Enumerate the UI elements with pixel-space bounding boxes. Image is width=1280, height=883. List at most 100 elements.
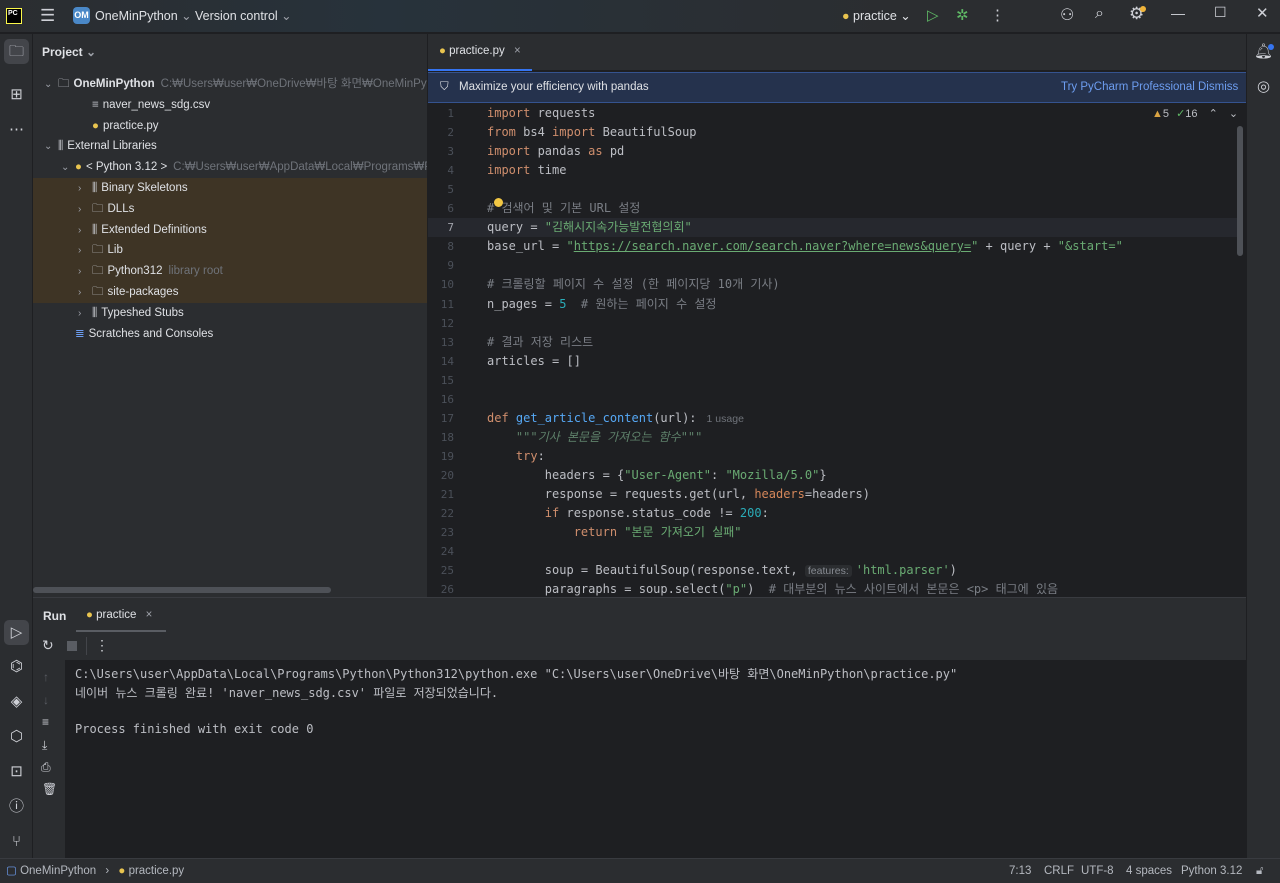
code-line[interactable]: 23 return "본문 가져오기 실패" bbox=[428, 523, 1238, 542]
tree-item[interactable]: › 🗀 Python312 library root bbox=[33, 261, 427, 283]
packages-icon[interactable]: ◈ bbox=[4, 689, 29, 714]
maximize-icon[interactable]: ☐ bbox=[1214, 4, 1227, 21]
code-line[interactable]: 18 """기사 본문을 가져오는 함수""" bbox=[428, 428, 1238, 447]
scroll-down-icon[interactable]: ↓ bbox=[43, 693, 49, 707]
version-control-menu[interactable]: Version control ⌄ bbox=[195, 8, 292, 23]
tree-item[interactable]: ● practice.py bbox=[33, 116, 427, 137]
expand-chevron-icon[interactable]: › bbox=[78, 178, 92, 199]
dismiss-link[interactable]: Dismiss bbox=[1198, 73, 1238, 102]
run-tool-icon[interactable]: ▷ bbox=[4, 620, 29, 645]
code-line[interactable]: 8 base_url = "https://search.naver.com/se… bbox=[428, 237, 1238, 256]
expand-chevron-icon[interactable]: › bbox=[78, 261, 92, 282]
search-icon[interactable]: ⌕ bbox=[1095, 5, 1104, 23]
code-line[interactable]: 12 bbox=[428, 314, 1238, 333]
run-config-selector[interactable]: ● practice ⌄ bbox=[842, 8, 911, 23]
tree-item[interactable]: ⌄ ● < Python 3.12 > C:₩Users₩user₩AppData₩L… bbox=[33, 157, 427, 178]
code-line[interactable]: 22 if response.status_code != 200: bbox=[428, 504, 1238, 523]
run-icon[interactable]: ▷ bbox=[927, 6, 939, 24]
code-line[interactable]: 26 paragraphs = soup.select("p") # 대부분의 … bbox=[428, 580, 1238, 597]
notifications-icon[interactable]: 🔔︎ bbox=[1251, 39, 1276, 64]
code-line[interactable]: 11 n_pages = 5 # 원하는 페이지 수 설정 bbox=[428, 295, 1238, 314]
expand-chevron-icon[interactable]: › bbox=[78, 240, 92, 261]
code-line[interactable]: 15 bbox=[428, 371, 1238, 390]
run-tab-practice[interactable]: ● practice × bbox=[76, 598, 166, 632]
code-line[interactable]: 17 def get_article_content(url): 1 usage bbox=[428, 409, 1238, 428]
stop-icon[interactable] bbox=[67, 641, 77, 651]
file-encoding[interactable]: UTF-8 bbox=[1081, 859, 1114, 883]
expand-chevron-icon[interactable]: ⌄ bbox=[61, 157, 75, 178]
try-professional-link[interactable]: Try PyCharm Professional bbox=[1061, 73, 1195, 102]
code-area[interactable]: 1 import requests 2 from bs4 import Beautif… bbox=[428, 103, 1238, 597]
problems-icon[interactable]: ⓘ bbox=[4, 794, 29, 819]
code-line[interactable]: 25 soup = BeautifulSoup(response.text, f… bbox=[428, 561, 1238, 580]
expand-chevron-icon[interactable]: ⌄ bbox=[44, 74, 58, 95]
tree-item[interactable]: › 🗀 DLLs bbox=[33, 198, 427, 220]
code-line[interactable]: 24 bbox=[428, 542, 1238, 561]
rerun-icon[interactable]: ↻ bbox=[42, 637, 54, 654]
close-icon[interactable]: ✕ bbox=[1256, 4, 1269, 22]
main-menu-icon[interactable]: ☰ bbox=[40, 6, 55, 26]
lock-icon[interactable]: 🔓︎ bbox=[1256, 859, 1263, 883]
project-panel-title[interactable]: Project ⌄ bbox=[42, 45, 96, 59]
code-line[interactable]: 4 import time bbox=[428, 161, 1238, 180]
print-icon[interactable]: ⎙ bbox=[41, 760, 51, 775]
soft-wrap-icon[interactable]: ≡ bbox=[42, 715, 49, 729]
code-line[interactable]: 3 import pandas as pd bbox=[428, 142, 1238, 161]
expand-chevron-icon[interactable]: › bbox=[78, 220, 92, 241]
more-tools-icon[interactable]: ⋯ bbox=[4, 117, 29, 142]
add-user-icon[interactable]: ⚇ bbox=[1060, 5, 1074, 25]
debug-icon[interactable]: ✲ bbox=[956, 6, 969, 24]
ai-assistant-icon[interactable]: ◎ bbox=[1251, 74, 1276, 99]
line-separator[interactable]: CRLF bbox=[1044, 859, 1074, 883]
code-line[interactable]: 5 bbox=[428, 180, 1238, 199]
tree-item[interactable]: › ⫼ Extended Definitions bbox=[33, 219, 427, 241]
code-line[interactable]: 20 headers = {"User-Agent": "Mozilla/5.0… bbox=[428, 466, 1238, 485]
tree-item[interactable]: ≣ Scratches and Consoles bbox=[33, 324, 427, 345]
code-line[interactable]: 9 bbox=[428, 256, 1238, 275]
python-console-icon[interactable]: ⌬ bbox=[4, 654, 29, 679]
expand-chevron-icon[interactable]: › bbox=[78, 282, 92, 303]
terminal-icon[interactable]: ⊡ bbox=[4, 759, 29, 784]
code-line[interactable]: 6 # 검색어 및 기본 URL 설정 bbox=[428, 199, 1238, 218]
project-folder-icon[interactable]: 🗀 bbox=[4, 39, 29, 64]
code-line[interactable]: 14 articles = [] bbox=[428, 352, 1238, 371]
breadcrumb[interactable]: ▢ OneMinPython › ● practice.py bbox=[6, 859, 184, 883]
tree-item[interactable]: ≡ naver_news_sdg.csv bbox=[33, 95, 427, 116]
code-line[interactable]: 7 query = "김해시지속가능발전협의회" bbox=[428, 218, 1238, 238]
tree-item[interactable]: ⌄ ⫼ External Libraries bbox=[33, 136, 427, 157]
git-icon[interactable]: ⑂ bbox=[4, 829, 29, 854]
code-line[interactable]: 2 from bs4 import BeautifulSoup bbox=[428, 123, 1238, 142]
code-line[interactable]: 21 response = requests.get(url, headers=… bbox=[428, 485, 1238, 504]
services-icon[interactable]: ⬡ bbox=[4, 724, 29, 749]
tree-item[interactable]: ⌄ 🗀 OneMinPython C:₩Users₩user₩OneDrive₩바탕 … bbox=[33, 74, 427, 95]
vertical-scrollbar[interactable] bbox=[1237, 126, 1243, 256]
more-icon[interactable]: ⋮ bbox=[95, 637, 109, 654]
scroll-up-icon[interactable]: ↑ bbox=[43, 670, 49, 684]
clear-all-icon[interactable]: 🗑︎ bbox=[42, 782, 57, 796]
interpreter-selector[interactable]: Python 3.12 bbox=[1181, 859, 1242, 883]
tree-item[interactable]: › ⫼ Typeshed Stubs bbox=[33, 303, 427, 324]
tree-item[interactable]: › 🗀 Lib bbox=[33, 240, 427, 262]
tab-practice-py[interactable]: ● practice.py × bbox=[428, 34, 532, 71]
structure-icon[interactable]: ⊞ bbox=[4, 82, 29, 107]
code-line[interactable]: 13 # 결과 저장 리스트 bbox=[428, 333, 1238, 352]
code-line[interactable]: 19 try: bbox=[428, 447, 1238, 466]
tree-item[interactable]: › ⫼ Binary Skeletons bbox=[33, 178, 427, 199]
expand-chevron-icon[interactable]: › bbox=[78, 303, 92, 324]
close-tab-icon[interactable]: × bbox=[514, 45, 521, 57]
tree-item[interactable]: › 🗀 site-packages bbox=[33, 282, 427, 303]
expand-chevron-icon[interactable]: ⌄ bbox=[44, 136, 58, 157]
caret-position[interactable]: 7:13 bbox=[1009, 859, 1031, 883]
expand-chevron-icon[interactable]: › bbox=[78, 199, 92, 220]
code-line[interactable]: 10 # 크롤링할 페이지 수 설정 (한 페이지당 10개 기사) bbox=[428, 275, 1238, 294]
intention-bulb-icon[interactable] bbox=[494, 198, 503, 207]
indent-setting[interactable]: 4 spaces bbox=[1126, 859, 1172, 883]
minimize-icon[interactable]: — bbox=[1171, 5, 1185, 21]
close-tab-icon[interactable]: × bbox=[146, 609, 153, 621]
more-icon[interactable]: ⋮ bbox=[990, 6, 1005, 24]
horizontal-scrollbar[interactable] bbox=[33, 587, 331, 593]
scroll-to-end-icon[interactable]: ⤓ bbox=[42, 738, 47, 753]
code-line[interactable]: 16 bbox=[428, 390, 1238, 409]
code-line[interactable]: 1 import requests bbox=[428, 104, 1238, 123]
project-badge[interactable]: OM bbox=[73, 7, 90, 24]
